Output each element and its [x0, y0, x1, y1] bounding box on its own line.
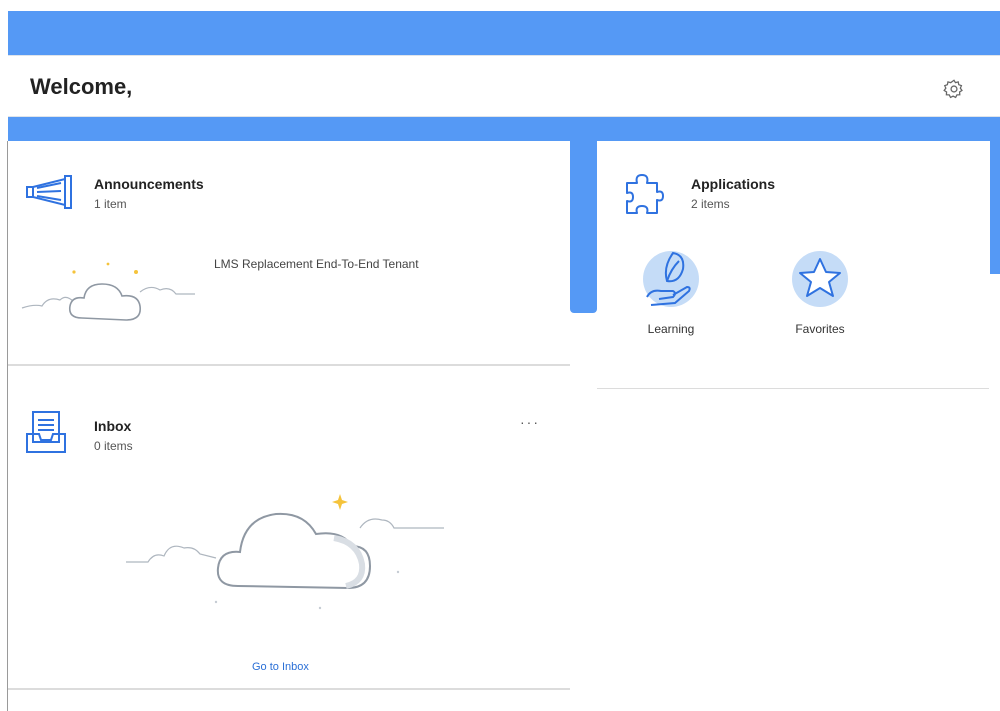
- inbox-card: Inbox 0 items Go to Inbox: [8, 366, 570, 691]
- announcement-item[interactable]: LMS Replacement End-To-End Tenant: [214, 257, 419, 271]
- go-to-inbox-link[interactable]: Go to Inbox: [252, 661, 309, 673]
- more-options-icon[interactable]: ···: [520, 414, 540, 430]
- gear-icon[interactable]: [943, 78, 965, 100]
- applications-title: Applications: [691, 176, 776, 192]
- app-label-favorites: Favorites: [795, 322, 845, 336]
- announcements-count: 1 item: [94, 197, 127, 211]
- inbox-title: Inbox: [94, 418, 132, 434]
- inbox-icon: [26, 411, 66, 453]
- megaphone-icon: [26, 175, 72, 209]
- puzzle-icon: [626, 174, 664, 214]
- applications-card: Applications 2 items Learning Favorites: [597, 141, 989, 389]
- app-tile-favorites[interactable]: Favorites: [780, 247, 860, 336]
- announcements-card: Announcements 1 item LMS Replacement End…: [8, 141, 570, 365]
- cloud-illustration: [21, 262, 195, 321]
- star-icon: [792, 251, 848, 307]
- divider: [597, 388, 989, 389]
- cloud-illustration-large: [126, 494, 444, 610]
- divider: [8, 688, 570, 690]
- welcome-bar: Welcome,: [8, 55, 1000, 117]
- right-blue-strip: [990, 141, 1000, 274]
- applications-count: 2 items: [691, 197, 730, 211]
- app-tile-learning[interactable]: Learning: [631, 247, 711, 336]
- page-title: Welcome,: [30, 74, 133, 99]
- learning-icon: [643, 251, 699, 307]
- blue-side-tab: [570, 141, 597, 313]
- inbox-count: 0 items: [94, 439, 133, 453]
- announcements-title: Announcements: [94, 176, 204, 192]
- left-window-edge: [0, 141, 8, 711]
- app-label-learning: Learning: [647, 322, 695, 336]
